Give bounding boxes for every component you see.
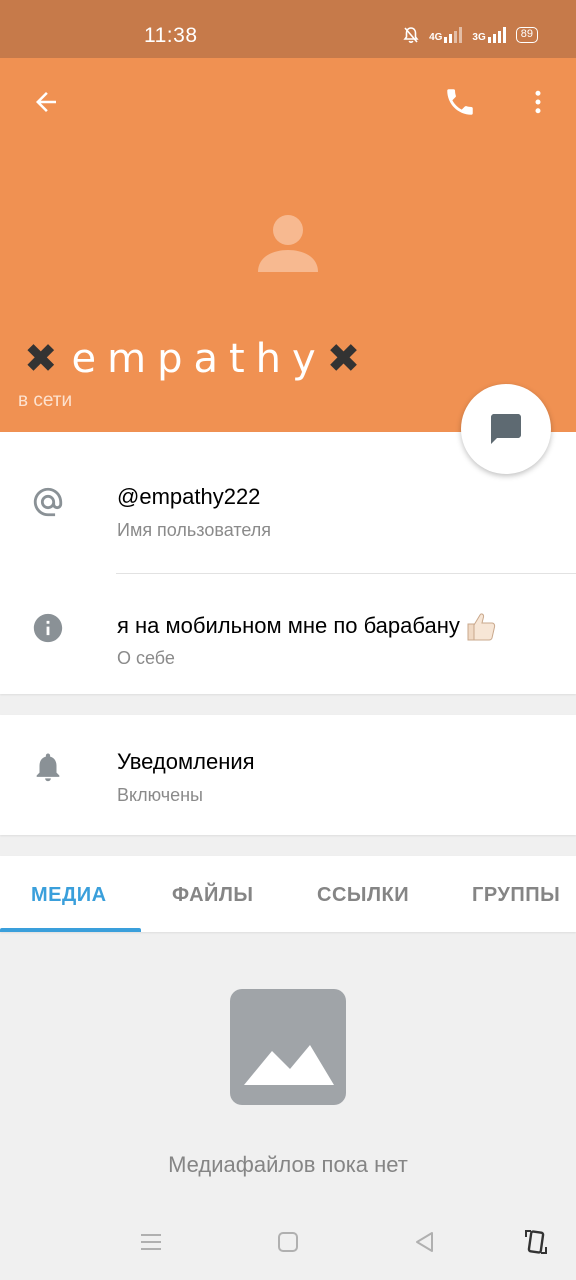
status-bar: 11:38 4G 3G 89: [0, 0, 576, 58]
back-nav-button[interactable]: [406, 1224, 442, 1260]
tab-links[interactable]: ССЫЛКИ: [317, 884, 409, 907]
battery-indicator: 89: [515, 27, 538, 43]
signal-4g-icon: 4G: [429, 27, 463, 43]
notifications-title: Уведомления: [117, 749, 255, 774]
bio-text: я на мобильном мне по барабану: [117, 610, 498, 644]
call-button[interactable]: [436, 78, 484, 126]
profile-header: ✖ empathy✖ в сети: [0, 58, 576, 432]
avatar-placeholder-icon: [258, 215, 318, 272]
profile-name: ✖ empathy✖: [24, 336, 360, 382]
image-icon: [230, 989, 346, 1105]
online-status: в сети: [18, 390, 73, 411]
bell-off-icon: [403, 27, 419, 43]
notifications-state: Включены: [117, 785, 203, 805]
menu-button[interactable]: [133, 1224, 169, 1260]
home-button[interactable]: [270, 1224, 306, 1260]
info-icon: [28, 608, 68, 648]
send-message-button[interactable]: [461, 384, 551, 474]
triangle-back-icon: [416, 1232, 433, 1252]
home-square-icon: [278, 1232, 298, 1252]
status-icons: 4G 3G 89: [403, 26, 538, 44]
rotate-button[interactable]: [518, 1224, 554, 1260]
signal-3g-icon: 3G: [472, 27, 506, 43]
system-nav-bar: [0, 1206, 576, 1280]
active-tab-indicator: [0, 928, 141, 932]
username-value: @empathy222: [117, 484, 261, 509]
phone-icon: [447, 89, 473, 115]
more-options-button[interactable]: [514, 78, 562, 126]
message-icon: [491, 414, 521, 444]
menu-icon: [141, 1234, 161, 1250]
name-prefix: ✖: [24, 336, 58, 382]
tab-groups[interactable]: ГРУППЫ: [472, 884, 560, 907]
status-time: 11:38: [144, 24, 198, 47]
thumbs-up-emoji-icon: [467, 613, 495, 641]
tab-files[interactable]: ФАЙЛЫ: [172, 884, 254, 907]
bell-icon: [28, 747, 68, 787]
empty-state-text: Медиафайлов пока нет: [168, 1152, 408, 1177]
notifications-card: Уведомления Включены: [0, 715, 576, 835]
back-button[interactable]: [22, 78, 70, 126]
media-tabs: МЕДИА ФАЙЛЫ ССЫЛКИ ГРУППЫ: [0, 856, 576, 932]
tab-media[interactable]: МЕДИА: [31, 884, 107, 907]
name-text: empathy: [71, 336, 327, 382]
rotate-screen-icon: [525, 1230, 547, 1254]
bio-row[interactable]: я на мобильном мне по барабану О себе: [0, 574, 576, 694]
name-suffix: ✖: [326, 336, 361, 382]
bio-label: О себе: [117, 648, 175, 668]
at-sign-icon: [28, 482, 68, 522]
more-vertical-icon: [535, 90, 541, 114]
arrow-left-icon: [36, 92, 56, 112]
notifications-row[interactable]: Уведомления Включены: [0, 715, 576, 835]
profile-info-card: @empathy222 Имя пользователя я на мобиль…: [0, 432, 576, 694]
username-label: Имя пользователя: [117, 520, 272, 540]
